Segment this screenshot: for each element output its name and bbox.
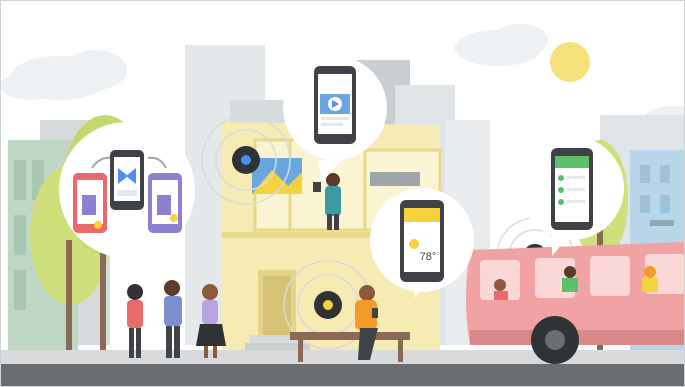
sidewalk — [0, 350, 685, 364]
nearby-illustration: 78° — [0, 0, 685, 387]
weather-temperature: 78° — [420, 251, 437, 263]
sun-icon — [409, 239, 419, 249]
beacon-light — [241, 155, 251, 165]
road — [0, 364, 685, 387]
sun — [550, 42, 590, 82]
beacon-light — [323, 300, 333, 310]
